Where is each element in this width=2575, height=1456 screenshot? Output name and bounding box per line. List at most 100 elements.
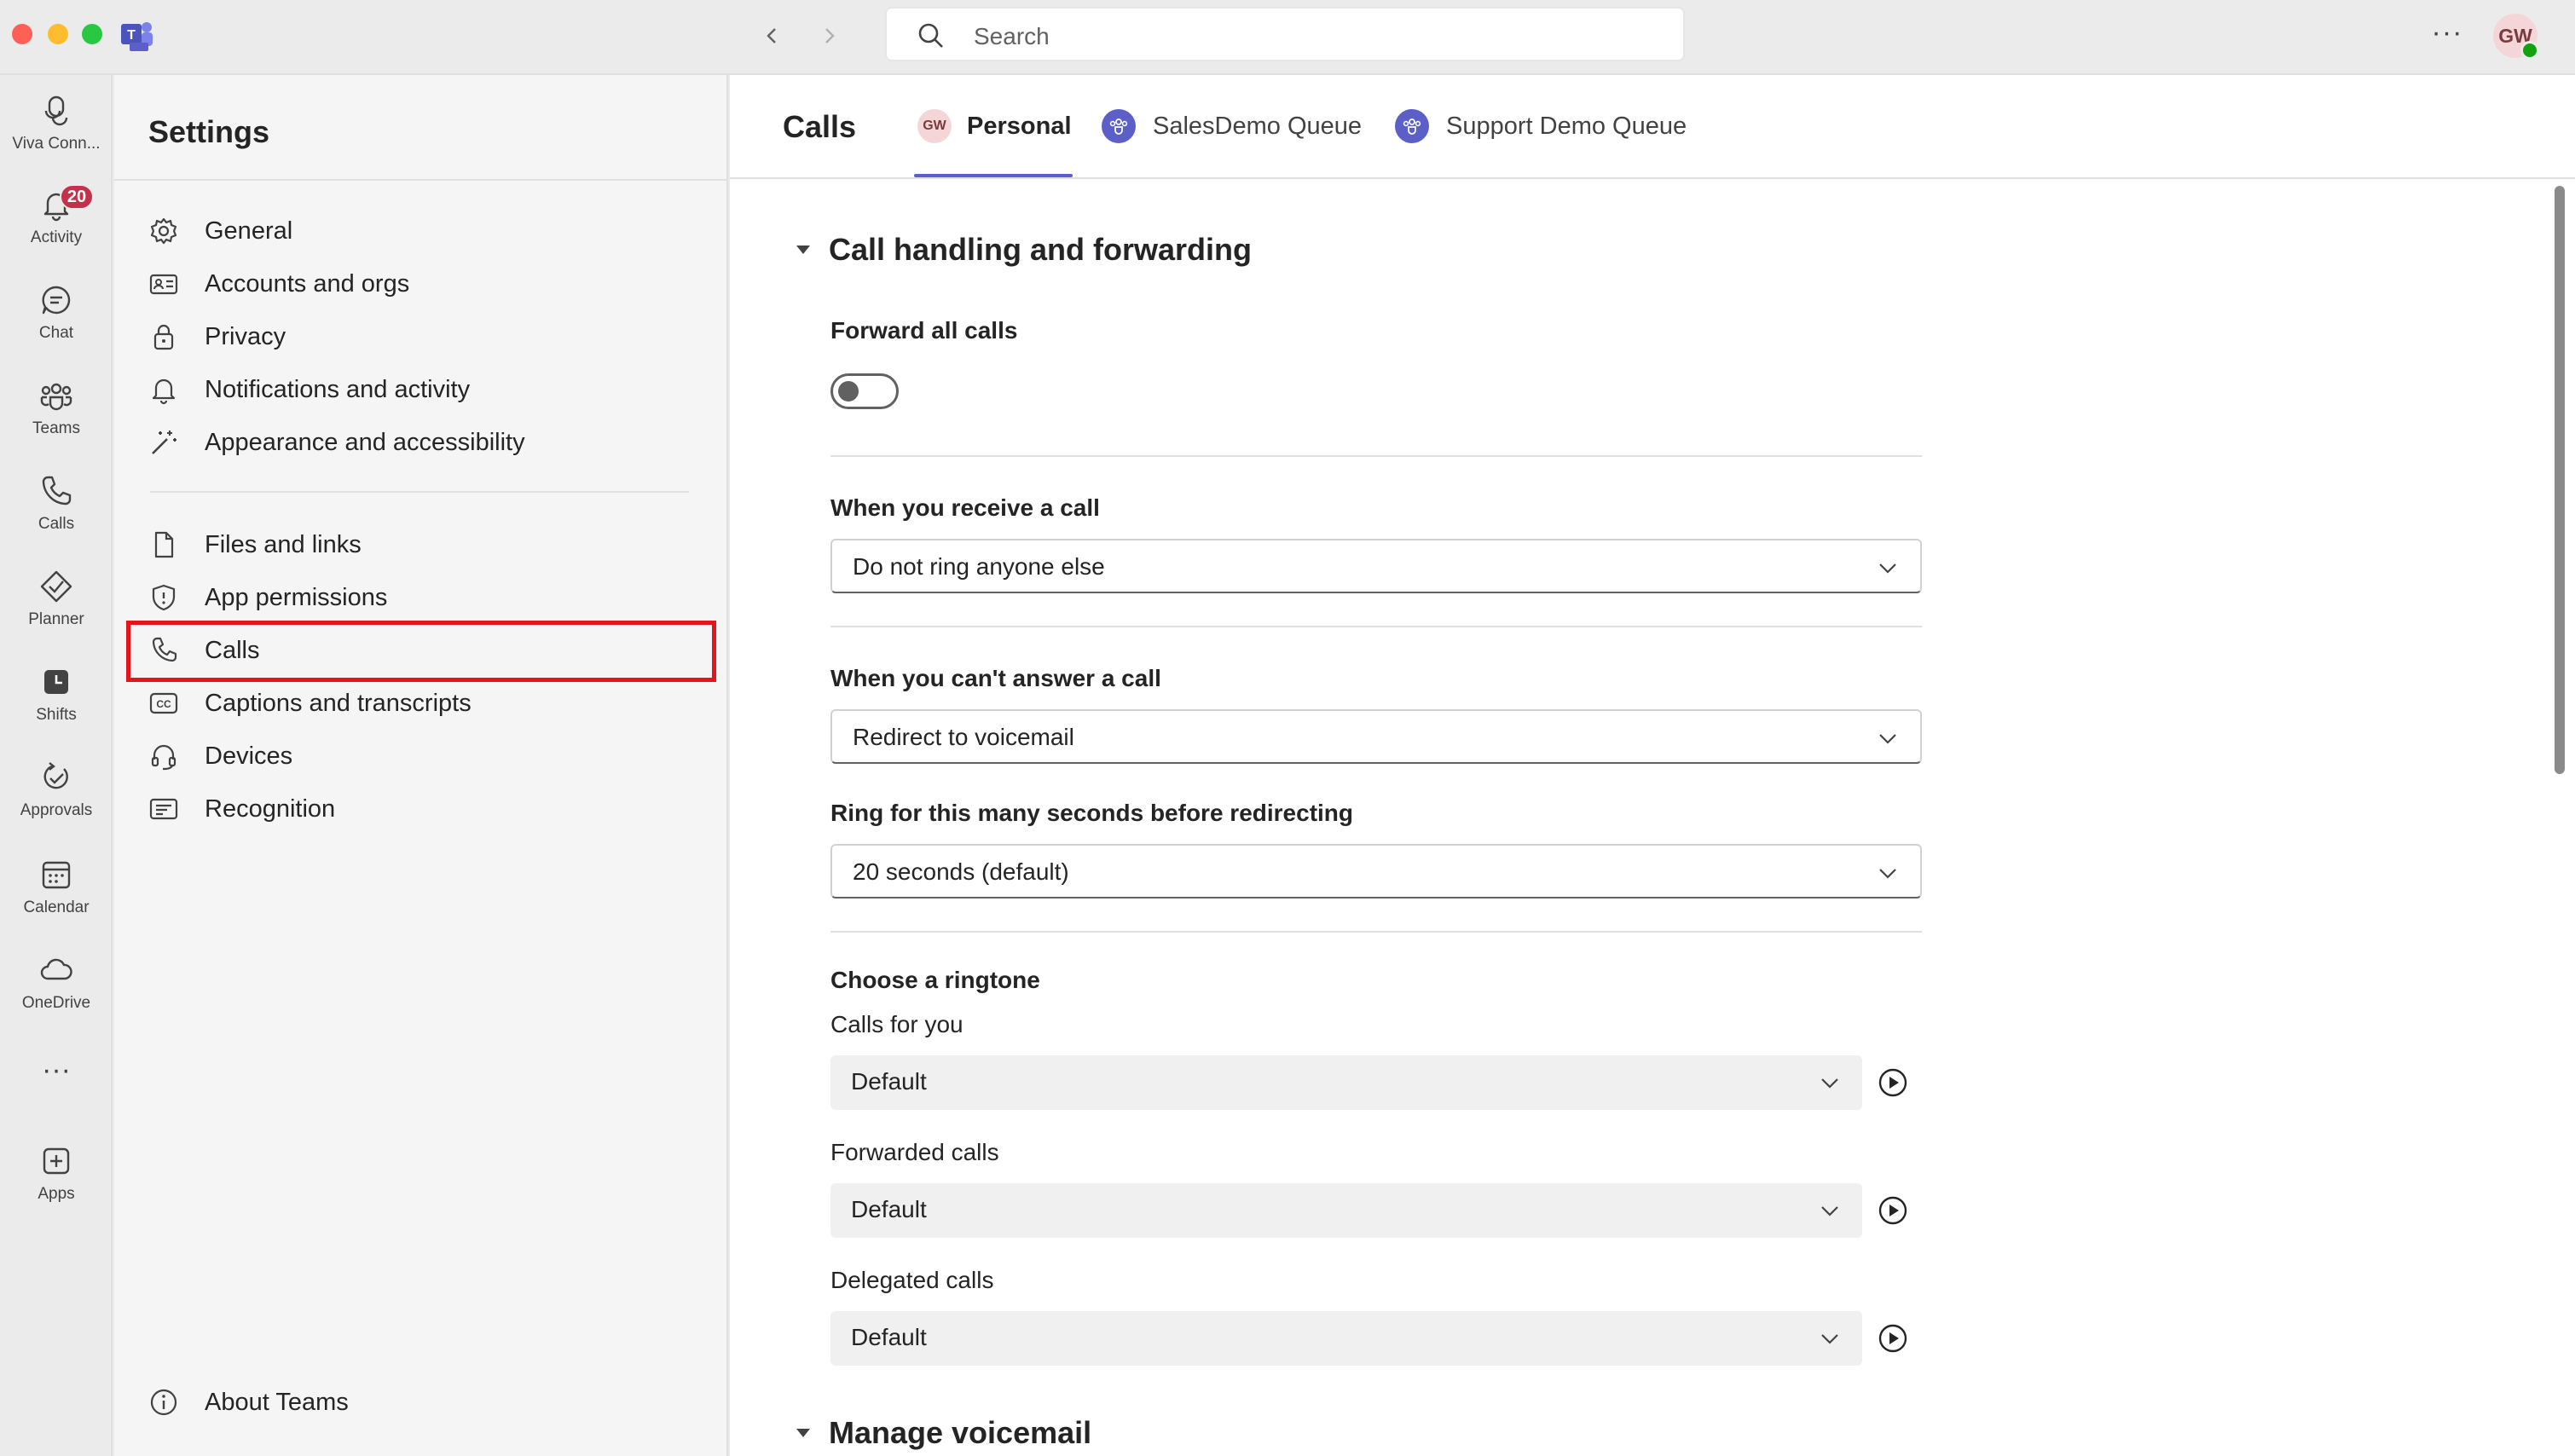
rail-item-teams[interactable]: Teams — [0, 377, 113, 462]
ring-seconds-dropdown[interactable]: 20 seconds (default) — [830, 844, 1922, 898]
divider — [150, 491, 689, 493]
play-ringtone-icon[interactable] — [1878, 1067, 1908, 1098]
divider — [830, 455, 1922, 457]
settings-item-devices[interactable]: Devices — [148, 730, 711, 783]
settings-item-label: General — [205, 217, 293, 245]
chevron-down-icon — [1821, 1334, 1838, 1344]
rail-item-planner[interactable]: Planner — [0, 568, 113, 653]
rail-item-calendar[interactable]: Calendar — [0, 856, 113, 941]
selected-item-highlight — [126, 621, 716, 682]
recognition-icon — [149, 798, 178, 820]
receive-call-dropdown[interactable]: Do not ring anyone else — [830, 539, 1922, 593]
close-window-button[interactable] — [12, 24, 32, 44]
section-call-handling[interactable]: Call handling and forwarding — [796, 232, 1252, 268]
rail-item-more-apps[interactable]: ··· — [0, 1054, 113, 1139]
settings-title: Settings — [148, 114, 270, 149]
scrollbar[interactable] — [2555, 186, 2565, 774]
section-manage-voicemail[interactable]: Manage voicemail — [796, 1415, 1091, 1451]
forward-all-toggle[interactable] — [830, 373, 899, 409]
rail-label: Shifts — [36, 706, 77, 724]
rail-item-chat[interactable]: Chat — [0, 281, 113, 367]
toggle-knob — [838, 381, 859, 402]
settings-item-recognition[interactable]: Recognition — [148, 783, 711, 835]
tab-personal[interactable]: GW Personal — [917, 104, 1072, 148]
rail-item-apps[interactable]: Apps — [0, 1142, 113, 1228]
settings-item-privacy[interactable]: Privacy — [148, 310, 711, 363]
rail-label: OneDrive — [21, 994, 91, 1012]
bell-icon — [152, 378, 176, 405]
tab-label: Personal — [967, 112, 1072, 140]
presence-available-icon — [2520, 41, 2539, 60]
tab-salesdemo-queue[interactable]: SalesDemo Queue — [1102, 104, 1362, 148]
tab-label: SalesDemo Queue — [1153, 112, 1363, 140]
rail-item-approvals[interactable]: Approvals — [0, 759, 113, 844]
call-queue-icon — [1395, 109, 1429, 143]
settings-item-captions[interactable]: CC Captions and transcripts — [148, 677, 711, 730]
gear-icon — [150, 217, 177, 245]
rail-item-viva-connections[interactable]: Viva Conn... — [0, 92, 113, 177]
play-ringtone-icon[interactable] — [1878, 1323, 1908, 1354]
settings-item-general[interactable]: General — [148, 205, 711, 257]
rail-label: Viva Conn... — [12, 135, 101, 153]
avatar: GW — [917, 109, 952, 143]
add-apps-icon — [43, 1147, 70, 1175]
forward-all-label: Forward all calls — [830, 317, 1018, 344]
more-options-button[interactable]: ··· — [2427, 12, 2468, 53]
search-icon — [918, 23, 943, 48]
settings-item-notifications[interactable]: Notifications and activity — [148, 363, 711, 416]
settings-item-accounts[interactable]: Accounts and orgs — [148, 257, 711, 310]
settings-item-label: Accounts and orgs — [205, 269, 410, 298]
rail-item-shifts[interactable]: Shifts — [0, 663, 113, 748]
magic-wand-icon — [152, 430, 176, 454]
call-queue-icon — [1102, 109, 1136, 143]
chevron-right-icon — [825, 28, 835, 43]
play-ringtone-icon[interactable] — [1878, 1195, 1908, 1226]
teams-logo-icon: T — [121, 22, 153, 51]
settings-item-app-permissions[interactable]: App permissions — [148, 571, 711, 624]
chat-icon — [42, 286, 71, 315]
settings-item-label: App permissions — [205, 583, 388, 611]
settings-item-label: Privacy — [205, 322, 286, 350]
calls-settings-content: Calls GW Personal SalesDemo Queue Suppor… — [730, 75, 2575, 1456]
phone-icon — [42, 476, 72, 506]
svg-text:T: T — [127, 28, 136, 43]
collapse-caret-icon — [796, 1429, 810, 1437]
chevron-left-icon — [767, 28, 776, 43]
closed-captions-icon: CC — [149, 692, 178, 714]
rail-item-onedrive[interactable]: OneDrive — [0, 951, 113, 1037]
viva-connections-icon — [44, 95, 68, 126]
settings-item-files[interactable]: Files and links — [148, 518, 711, 571]
search-placeholder: Search — [974, 23, 1050, 49]
zoom-window-button[interactable] — [82, 24, 102, 44]
forward-button[interactable] — [810, 17, 848, 55]
rail-label: Teams — [32, 419, 80, 437]
settings-item-appearance[interactable]: Appearance and accessibility — [148, 416, 711, 469]
svg-text:CC: CC — [156, 698, 171, 710]
calls-for-you-dropdown[interactable]: Default — [830, 1055, 1862, 1110]
settings-item-about[interactable]: About Teams — [148, 1376, 711, 1429]
app-rail: Viva Conn... 20 Activity Chat Teams Call… — [0, 75, 113, 1456]
id-card-icon — [149, 274, 178, 295]
cant-answer-dropdown[interactable]: Redirect to voicemail — [830, 709, 1922, 764]
forwarded-calls-label: Forwarded calls — [830, 1139, 999, 1165]
rail-item-activity[interactable]: 20 Activity — [0, 184, 113, 271]
tab-support-demo-queue[interactable]: Support Demo Queue — [1395, 104, 1687, 148]
dropdown-value: Default — [851, 1068, 927, 1095]
info-icon — [150, 1389, 177, 1416]
calendar-icon — [42, 861, 71, 889]
back-button[interactable] — [754, 17, 791, 55]
settings-item-label: Notifications and activity — [205, 375, 471, 403]
settings-item-label: Files and links — [205, 530, 362, 558]
rail-label: Activity — [30, 228, 83, 246]
settings-item-label: Captions and transcripts — [205, 689, 472, 717]
teams-icon — [40, 383, 72, 411]
rail-item-calls[interactable]: Calls — [0, 472, 113, 558]
tab-label: Support Demo Queue — [1446, 112, 1687, 140]
search-input[interactable]: Search — [885, 7, 1685, 61]
chevron-down-icon — [1879, 563, 1896, 574]
ring-seconds-label: Ring for this many seconds before redire… — [830, 800, 1354, 826]
forwarded-calls-dropdown[interactable]: Default — [830, 1183, 1862, 1238]
file-icon — [154, 531, 174, 558]
minimize-window-button[interactable] — [48, 24, 68, 44]
delegated-calls-dropdown[interactable]: Default — [830, 1311, 1862, 1366]
